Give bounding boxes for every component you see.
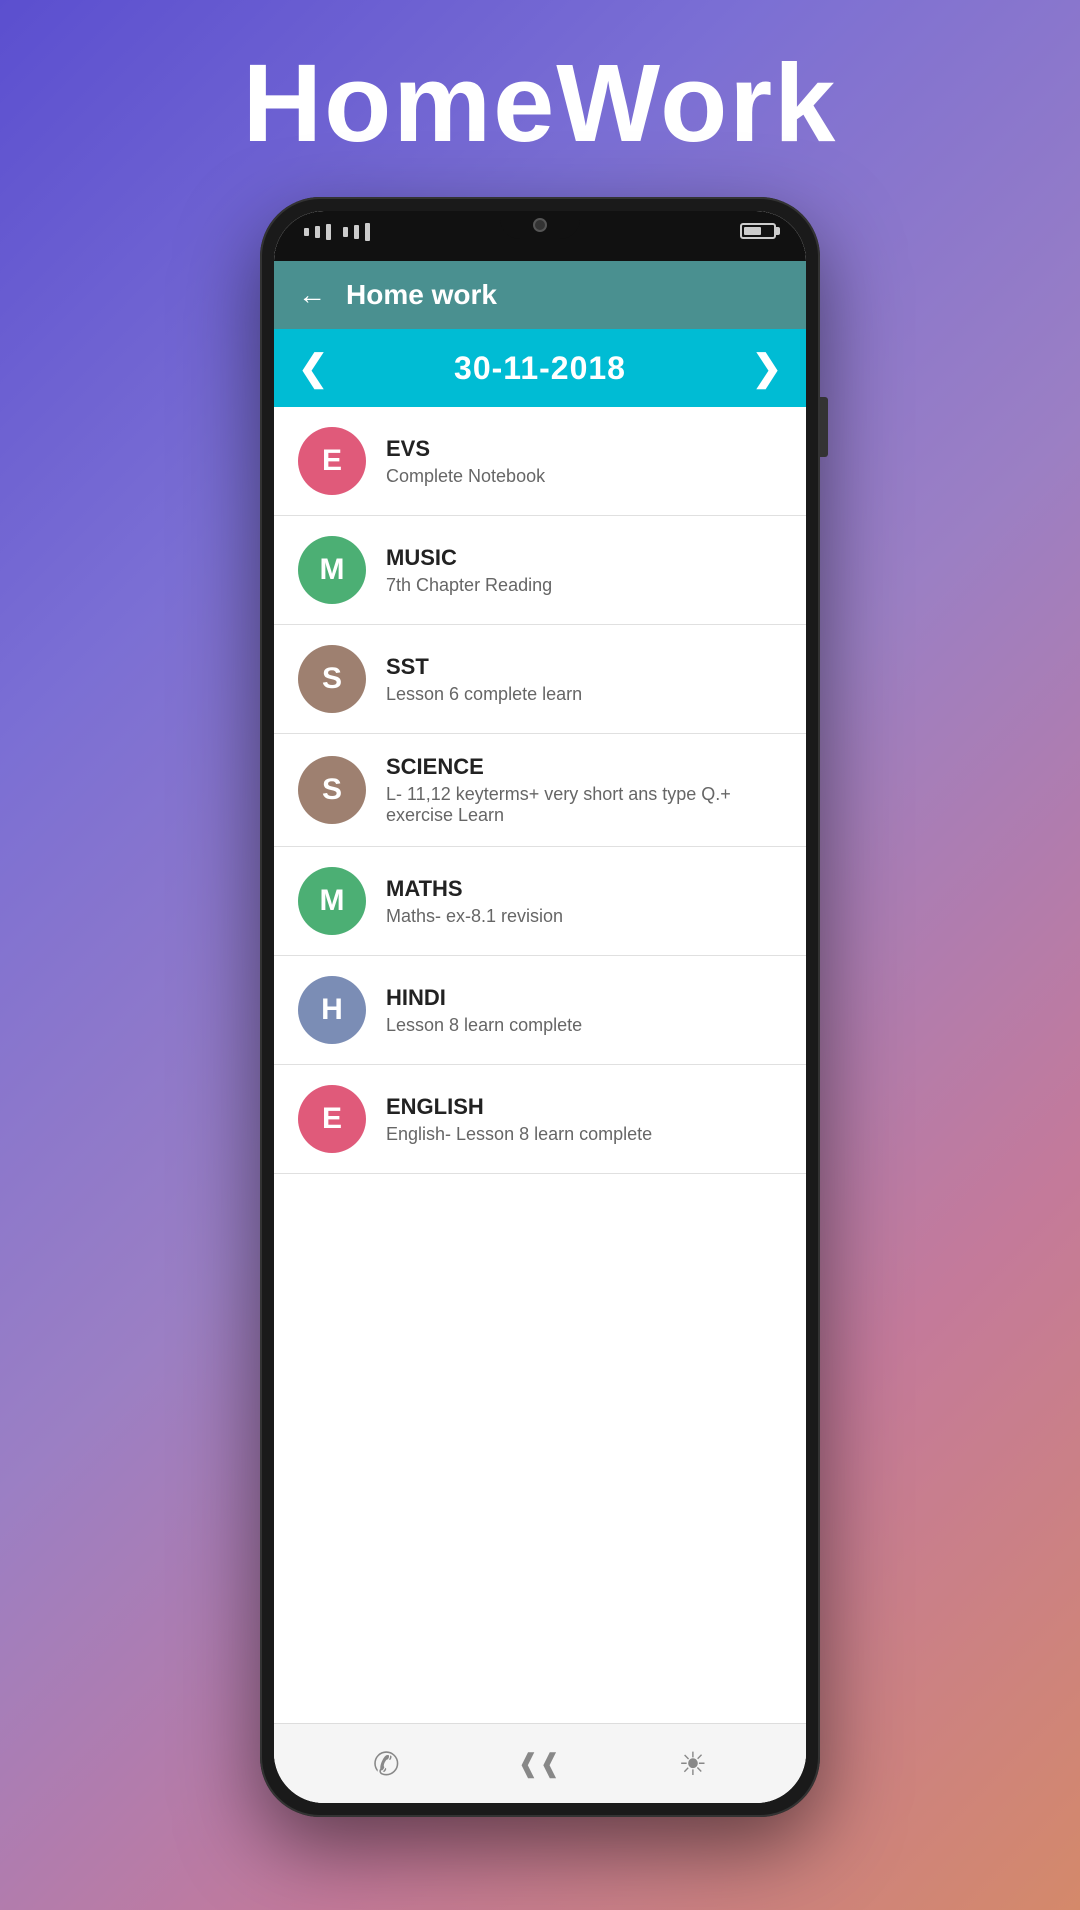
homework-list: E EVS Complete Notebook M MUSIC 7th Chap…	[274, 407, 806, 1723]
header-bar: ← Home work	[274, 261, 806, 329]
app-screen: ← Home work ❮ 30-11-2018 ❯ E EVS Complet…	[274, 261, 806, 1803]
subject-task: Lesson 8 learn complete	[386, 1015, 782, 1036]
subject-name: SCIENCE	[386, 754, 782, 780]
list-item[interactable]: S SST Lesson 6 complete learn	[274, 625, 806, 734]
bottom-navigation: ✆ ❰❰ ☀	[274, 1723, 806, 1803]
signal-bar-5	[354, 225, 359, 239]
subject-info: SST Lesson 6 complete learn	[386, 654, 782, 705]
list-item[interactable]: M MATHS Maths- ex-8.1 revision	[274, 847, 806, 956]
status-bar	[274, 211, 806, 261]
list-item[interactable]: E ENGLISH English- Lesson 8 learn comple…	[274, 1065, 806, 1174]
signal-bar-1	[304, 228, 309, 236]
subject-task: L- 11,12 keyterms+ very short ans type Q…	[386, 784, 782, 826]
signal-bar-3	[326, 224, 331, 240]
prev-date-button[interactable]: ❮	[298, 347, 328, 389]
list-item[interactable]: E EVS Complete Notebook	[274, 407, 806, 516]
subject-task: English- Lesson 8 learn complete	[386, 1124, 782, 1145]
app-title: HomeWork	[243, 40, 838, 167]
date-navigation: ❮ 30-11-2018 ❯	[274, 329, 806, 407]
signal-indicators	[304, 223, 370, 241]
list-item[interactable]: H HINDI Lesson 8 learn complete	[274, 956, 806, 1065]
battery-fill	[744, 227, 761, 235]
subject-task: Complete Notebook	[386, 466, 782, 487]
subject-task: Maths- ex-8.1 revision	[386, 906, 782, 927]
phone-screen: ← Home work ❮ 30-11-2018 ❯ E EVS Complet…	[274, 211, 806, 1803]
subject-name: EVS	[386, 436, 782, 462]
subject-info: SCIENCE L- 11,12 keyterms+ very short an…	[386, 754, 782, 826]
power-button	[820, 397, 828, 457]
subject-avatar: M	[298, 867, 366, 935]
subject-avatar: H	[298, 976, 366, 1044]
next-date-button[interactable]: ❯	[752, 347, 782, 389]
subject-task: Lesson 6 complete learn	[386, 684, 782, 705]
list-item[interactable]: S SCIENCE L- 11,12 keyterms+ very short …	[274, 734, 806, 847]
subject-info: HINDI Lesson 8 learn complete	[386, 985, 782, 1036]
subject-avatar: S	[298, 645, 366, 713]
phone-nav-icon[interactable]: ✆	[373, 1745, 400, 1783]
current-date: 30-11-2018	[454, 350, 626, 387]
subject-name: MATHS	[386, 876, 782, 902]
home-nav-icon[interactable]: ❰❰	[517, 1748, 561, 1779]
subject-info: MUSIC 7th Chapter Reading	[386, 545, 782, 596]
subject-info: ENGLISH English- Lesson 8 learn complete	[386, 1094, 782, 1145]
camera-nav-icon[interactable]: ☀	[678, 1745, 707, 1783]
phone-device: ← Home work ❮ 30-11-2018 ❯ E EVS Complet…	[260, 197, 820, 1817]
signal-bar-2	[315, 226, 320, 238]
subject-task: 7th Chapter Reading	[386, 575, 782, 596]
battery-indicator	[740, 223, 776, 239]
subject-info: EVS Complete Notebook	[386, 436, 782, 487]
subject-avatar: S	[298, 756, 366, 824]
screen-title: Home work	[346, 279, 497, 311]
list-item[interactable]: M MUSIC 7th Chapter Reading	[274, 516, 806, 625]
signal-bar-6	[365, 223, 370, 241]
subject-avatar: E	[298, 1085, 366, 1153]
subject-name: HINDI	[386, 985, 782, 1011]
battery-icon	[740, 223, 776, 239]
signal-bar-4	[343, 227, 348, 237]
subject-name: SST	[386, 654, 782, 680]
subject-avatar: M	[298, 536, 366, 604]
front-camera	[533, 218, 547, 232]
subject-name: ENGLISH	[386, 1094, 782, 1120]
subject-info: MATHS Maths- ex-8.1 revision	[386, 876, 782, 927]
subject-avatar: E	[298, 427, 366, 495]
phone-notch	[500, 211, 580, 239]
subject-name: MUSIC	[386, 545, 782, 571]
back-button[interactable]: ←	[298, 279, 326, 311]
